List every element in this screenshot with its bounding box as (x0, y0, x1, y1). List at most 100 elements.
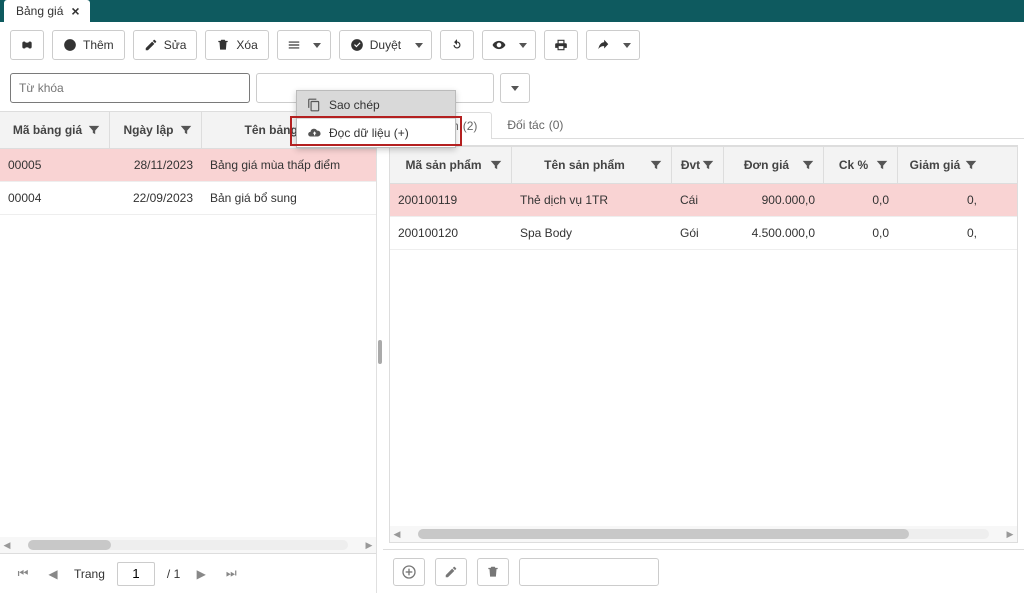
main-toolbar: Thêm Sửa Xóa (0, 22, 1024, 69)
detail-search-input[interactable] (519, 558, 659, 586)
scroll-left-icon[interactable]: ◀ (390, 529, 404, 540)
tab-products-count: (2) (463, 119, 478, 133)
menu-item-copy-label: Sao chép (329, 98, 380, 112)
filter-icon[interactable] (179, 123, 193, 137)
caret-down-icon (511, 86, 519, 91)
edit-button[interactable]: Sửa (133, 30, 198, 60)
export-dropdown-button[interactable] (614, 30, 640, 60)
filter-icon[interactable] (489, 158, 503, 172)
tab-partners-label: Đối tác (507, 118, 544, 132)
filter-icon[interactable] (701, 158, 715, 172)
left-pager: ⏮ ◀ Trang / 1 ▶ ⏭ (0, 553, 376, 593)
detail-add-button[interactable] (393, 558, 425, 586)
add-button[interactable]: Thêm (52, 30, 125, 60)
table-row[interactable]: 00004 22/09/2023 Bản giá bổ sung (0, 182, 376, 215)
approve-button[interactable]: Duyệt (339, 30, 412, 60)
cell-unit: Cái (672, 184, 724, 216)
col-header-prod-name[interactable]: Tên sản phẩm (512, 147, 672, 183)
detail-edit-button[interactable] (435, 558, 467, 586)
refresh-icon (450, 38, 464, 52)
search-input[interactable] (10, 73, 250, 103)
cell-price: 900.000,0 (724, 184, 824, 216)
pane-splitter[interactable] (377, 111, 383, 593)
cell-prod-code: 200100120 (390, 217, 512, 249)
left-grid-body: 00005 28/11/2023 Bảng giá mùa thấp điểm … (0, 149, 376, 537)
cell-date: 28/11/2023 (110, 149, 202, 181)
detail-pane: Sản phẩm (2) Đối tác (0) Mã sản phẩm (383, 111, 1024, 593)
cell-prod-name: Thẻ dịch vụ 1TR (512, 184, 672, 216)
cell-date: 22/09/2023 (110, 182, 202, 214)
menu-item-read-data[interactable]: Đọc dữ liệu (+) (297, 119, 455, 147)
scroll-right-icon[interactable]: ▶ (362, 540, 376, 551)
pager-first-icon[interactable]: ⏮ (14, 565, 32, 583)
binoculars-icon (20, 38, 34, 52)
cell-ck: 0,0 (824, 217, 898, 249)
col-header-code[interactable]: Mã bảng giá (0, 112, 110, 148)
scroll-left-icon[interactable]: ◀ (0, 540, 14, 551)
col-header-date[interactable]: Ngày lập (110, 112, 202, 148)
cell-unit: Gói (672, 217, 724, 249)
binoculars-button[interactable] (10, 30, 44, 60)
close-icon[interactable]: × (71, 4, 79, 18)
filter-icon[interactable] (87, 123, 101, 137)
col-header-unit[interactable]: Đvt (672, 147, 724, 183)
cloud-upload-icon (307, 126, 321, 140)
menu-item-copy[interactable]: Sao chép (297, 91, 455, 119)
pencil-icon (144, 38, 158, 52)
approve-button-label: Duyệt (370, 38, 401, 52)
delete-button-label: Xóa (236, 38, 257, 52)
col-header-ck[interactable]: Ck % (824, 147, 898, 183)
cell-prod-name: Spa Body (512, 217, 672, 249)
approve-dropdown-button[interactable] (406, 30, 432, 60)
detail-delete-button[interactable] (477, 558, 509, 586)
filter-icon[interactable] (649, 158, 663, 172)
copy-icon (307, 98, 321, 112)
table-row[interactable]: 00005 28/11/2023 Bảng giá mùa thấp điểm (0, 149, 376, 182)
pager-total: / 1 (167, 567, 180, 581)
right-grid-body: 200100119 Thẻ dịch vụ 1TR Cái 900.000,0 … (390, 184, 1017, 526)
eye-icon (492, 38, 506, 52)
right-hscroll[interactable]: ◀ ▶ (390, 526, 1017, 542)
hamburger-icon (287, 38, 301, 52)
share-icon (596, 38, 610, 52)
pager-label: Trang (74, 567, 105, 581)
cell-ck: 0,0 (824, 184, 898, 216)
col-header-discount[interactable]: Giảm giá (898, 147, 986, 183)
plus-icon (63, 38, 77, 52)
cell-price: 4.500.000,0 (724, 217, 824, 249)
app-tab-price-list[interactable]: Bảng giá × (4, 0, 90, 22)
cell-code: 00005 (0, 149, 110, 181)
col-header-price[interactable]: Đơn giá (724, 147, 824, 183)
refresh-button[interactable] (440, 30, 474, 60)
filter-icon[interactable] (875, 158, 889, 172)
pager-prev-icon[interactable]: ◀ (44, 565, 62, 583)
menu-dropdown-button[interactable] (305, 30, 331, 60)
add-button-label: Thêm (83, 38, 114, 52)
caret-down-icon (519, 43, 527, 48)
tab-partners-count: (0) (549, 118, 564, 132)
filter-combo-dropdown[interactable] (500, 73, 530, 103)
edit-button-label: Sửa (164, 38, 187, 52)
pager-next-icon[interactable]: ▶ (192, 565, 210, 583)
col-header-prod-code[interactable]: Mã sản phẩm (390, 147, 512, 183)
filter-icon[interactable] (964, 158, 978, 172)
app-tab-title: Bảng giá (16, 4, 63, 18)
menu-item-read-data-label: Đọc dữ liệu (+) (329, 126, 409, 140)
pager-last-icon[interactable]: ⏭ (222, 565, 240, 583)
print-button[interactable] (544, 30, 578, 60)
table-row[interactable]: 200100120 Spa Body Gói 4.500.000,0 0,0 0… (390, 217, 1017, 250)
scroll-right-icon[interactable]: ▶ (1003, 529, 1017, 540)
cell-code: 00004 (0, 182, 110, 214)
caret-down-icon (623, 43, 631, 48)
pager-current-input[interactable] (117, 562, 155, 586)
filter-icon[interactable] (801, 158, 815, 172)
cell-prod-code: 200100119 (390, 184, 512, 216)
price-list-grid: Mã bảng giá Ngày lập Tên bảng giá 00005 (0, 111, 377, 593)
tab-partners[interactable]: Đối tác (0) (492, 111, 578, 138)
caret-down-icon (313, 43, 321, 48)
delete-button[interactable]: Xóa (205, 30, 268, 60)
table-row[interactable]: 200100119 Thẻ dịch vụ 1TR Cái 900.000,0 … (390, 184, 1017, 217)
cell-discount: 0, (898, 217, 986, 249)
view-dropdown-button[interactable] (510, 30, 536, 60)
left-hscroll[interactable]: ◀ ▶ (0, 537, 376, 553)
